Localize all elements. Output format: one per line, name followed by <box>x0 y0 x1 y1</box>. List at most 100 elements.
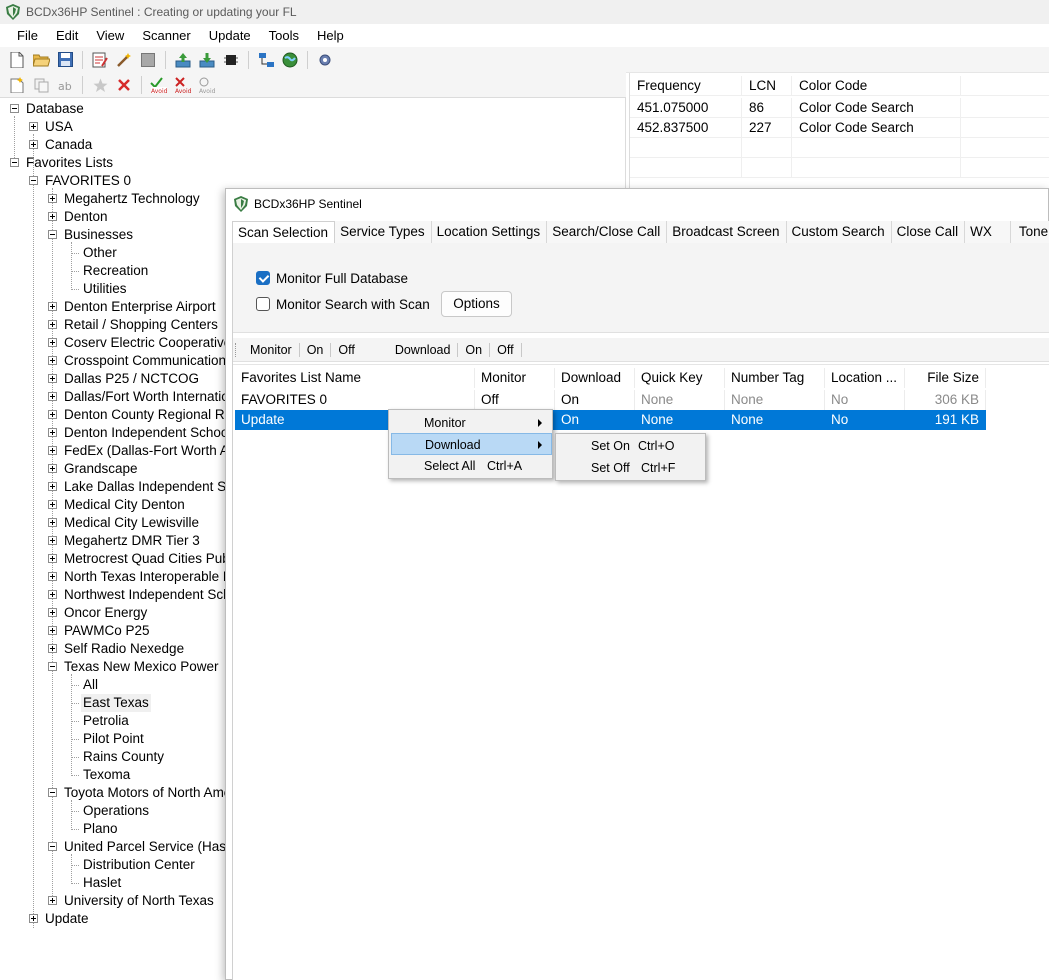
table-row[interactable]: FAVORITES 0 Off On None None No 306 KB <box>235 390 986 410</box>
tab-search-close-call[interactable]: Search/Close Call <box>547 221 668 243</box>
copy-icon[interactable] <box>32 76 50 94</box>
submenu-set-on[interactable]: Set On Ctrl+O <box>558 435 703 457</box>
download-on-button[interactable]: On <box>458 343 489 357</box>
collapse-minus-icon[interactable] <box>48 842 57 851</box>
menu-file[interactable]: File <box>8 28 47 43</box>
expand-plus-icon[interactable] <box>48 428 57 437</box>
menu-edit[interactable]: Edit <box>47 28 87 43</box>
stop-icon[interactable] <box>139 51 157 69</box>
menu-update[interactable]: Update <box>200 28 260 43</box>
monitor-on-button[interactable]: On <box>300 343 331 357</box>
expand-plus-icon[interactable] <box>48 464 57 473</box>
expand-plus-icon[interactable] <box>48 338 57 347</box>
tab-broadcast-screen[interactable]: Broadcast Screen <box>667 221 787 243</box>
settings-gear-icon[interactable] <box>316 51 334 69</box>
upload-icon[interactable] <box>174 51 192 69</box>
expand-plus-icon[interactable] <box>48 446 57 455</box>
delete-x-icon[interactable] <box>115 76 133 94</box>
expand-plus-icon[interactable] <box>29 122 38 131</box>
options-button[interactable]: Options <box>441 291 512 317</box>
dialog-title-bar[interactable]: BCDx36HP Sentinel <box>226 189 1048 219</box>
collapse-minus-icon[interactable] <box>10 158 19 167</box>
expand-plus-icon[interactable] <box>48 572 57 581</box>
open-folder-icon[interactable] <box>32 51 50 69</box>
x-avoid-icon[interactable]: Avoid <box>174 76 192 94</box>
chip-icon[interactable] <box>222 51 240 69</box>
column-header-frequency[interactable]: Frequency <box>630 76 742 96</box>
expand-plus-icon[interactable] <box>48 896 57 905</box>
collapse-minus-icon[interactable] <box>48 788 57 797</box>
context-menu-monitor[interactable]: Monitor <box>391 412 550 434</box>
monitor-search-row[interactable]: Monitor Search with Scan <box>256 294 430 314</box>
column-header-name[interactable]: Favorites List Name <box>235 368 475 388</box>
expand-plus-icon[interactable] <box>48 626 57 635</box>
expand-plus-icon[interactable] <box>48 374 57 383</box>
edit-document-icon[interactable] <box>91 51 109 69</box>
tree-node-usa[interactable]: USA <box>0 118 625 136</box>
column-header-monitor[interactable]: Monitor <box>475 368 555 388</box>
check-avoid-icon[interactable]: Avoid <box>150 76 168 94</box>
tab-close-call[interactable]: Close Call <box>891 221 966 243</box>
save-icon[interactable] <box>56 51 74 69</box>
tab-location-settings[interactable]: Location Settings <box>431 221 548 243</box>
globe-icon[interactable] <box>281 51 299 69</box>
column-header-number-tag[interactable]: Number Tag <box>725 368 825 388</box>
tree-node-canada[interactable]: Canada <box>0 136 625 154</box>
column-header-download[interactable]: Download <box>555 368 635 388</box>
wand-icon[interactable] <box>115 51 133 69</box>
expand-plus-icon[interactable] <box>48 608 57 617</box>
tab-scan-selection[interactable]: Scan Selection <box>232 221 336 244</box>
network-icon[interactable] <box>257 51 275 69</box>
expand-plus-icon[interactable] <box>29 140 38 149</box>
expand-plus-icon[interactable] <box>48 482 57 491</box>
download-icon[interactable] <box>198 51 216 69</box>
menu-help[interactable]: Help <box>308 28 353 43</box>
download-off-button[interactable]: Off <box>490 343 520 357</box>
rename-icon[interactable]: ab <box>56 76 74 94</box>
temp-avoid-icon[interactable]: Avoid <box>198 76 216 94</box>
column-header-location[interactable]: Location ... <box>825 368 905 388</box>
collapse-minus-icon[interactable] <box>10 104 19 113</box>
collapse-minus-icon[interactable] <box>48 662 57 671</box>
expand-plus-icon[interactable] <box>48 500 57 509</box>
column-header-lcn[interactable]: LCN <box>742 76 792 96</box>
expand-plus-icon[interactable] <box>48 644 57 653</box>
expand-plus-icon[interactable] <box>48 194 57 203</box>
column-header-color-code[interactable]: Color Code <box>792 76 961 96</box>
tab-tone-out[interactable]: Tone Out <box>1010 221 1049 243</box>
tab-service-types[interactable]: Service Types <box>335 221 432 243</box>
tree-node-database[interactable]: Database <box>0 100 625 118</box>
expand-plus-icon[interactable] <box>48 536 57 545</box>
monitor-off-button[interactable]: Off <box>331 343 361 357</box>
monitor-full-database-row[interactable]: Monitor Full Database <box>256 268 408 288</box>
expand-plus-icon[interactable] <box>48 320 57 329</box>
tree-node-favorites-lists[interactable]: Favorites Lists <box>0 154 625 172</box>
favorite-star-icon[interactable] <box>91 76 109 94</box>
expand-plus-icon[interactable] <box>48 410 57 419</box>
collapse-minus-icon[interactable] <box>48 230 57 239</box>
new-item-icon[interactable] <box>8 76 26 94</box>
context-menu-select-all[interactable]: Select All Ctrl+A <box>391 455 550 477</box>
column-header-quick-key[interactable]: Quick Key <box>635 368 725 388</box>
expand-plus-icon[interactable] <box>29 914 38 923</box>
new-file-icon[interactable] <box>8 51 26 69</box>
expand-plus-icon[interactable] <box>48 392 57 401</box>
table-row-selected[interactable]: Update On None None No 191 KB <box>235 410 986 430</box>
menu-scanner[interactable]: Scanner <box>133 28 199 43</box>
submenu-set-off[interactable]: Set Off Ctrl+F <box>558 457 703 479</box>
expand-plus-icon[interactable] <box>48 302 57 311</box>
expand-plus-icon[interactable] <box>48 212 57 221</box>
tab-wx[interactable]: WX <box>965 221 1011 243</box>
context-menu-download[interactable]: Download <box>391 433 552 455</box>
monitor-full-database-checkbox[interactable] <box>256 271 270 285</box>
frequency-row[interactable]: 451.075000 86 Color Code Search <box>630 98 1049 118</box>
expand-plus-icon[interactable] <box>48 590 57 599</box>
expand-plus-icon[interactable] <box>48 356 57 365</box>
column-header-file-size[interactable]: File Size <box>905 368 986 388</box>
expand-plus-icon[interactable] <box>48 518 57 527</box>
menu-tools[interactable]: Tools <box>260 28 308 43</box>
tab-custom-search[interactable]: Custom Search <box>786 221 892 243</box>
frequency-row[interactable]: 452.837500 227 Color Code Search <box>630 118 1049 138</box>
monitor-search-checkbox[interactable] <box>256 297 270 311</box>
expand-plus-icon[interactable] <box>48 554 57 563</box>
